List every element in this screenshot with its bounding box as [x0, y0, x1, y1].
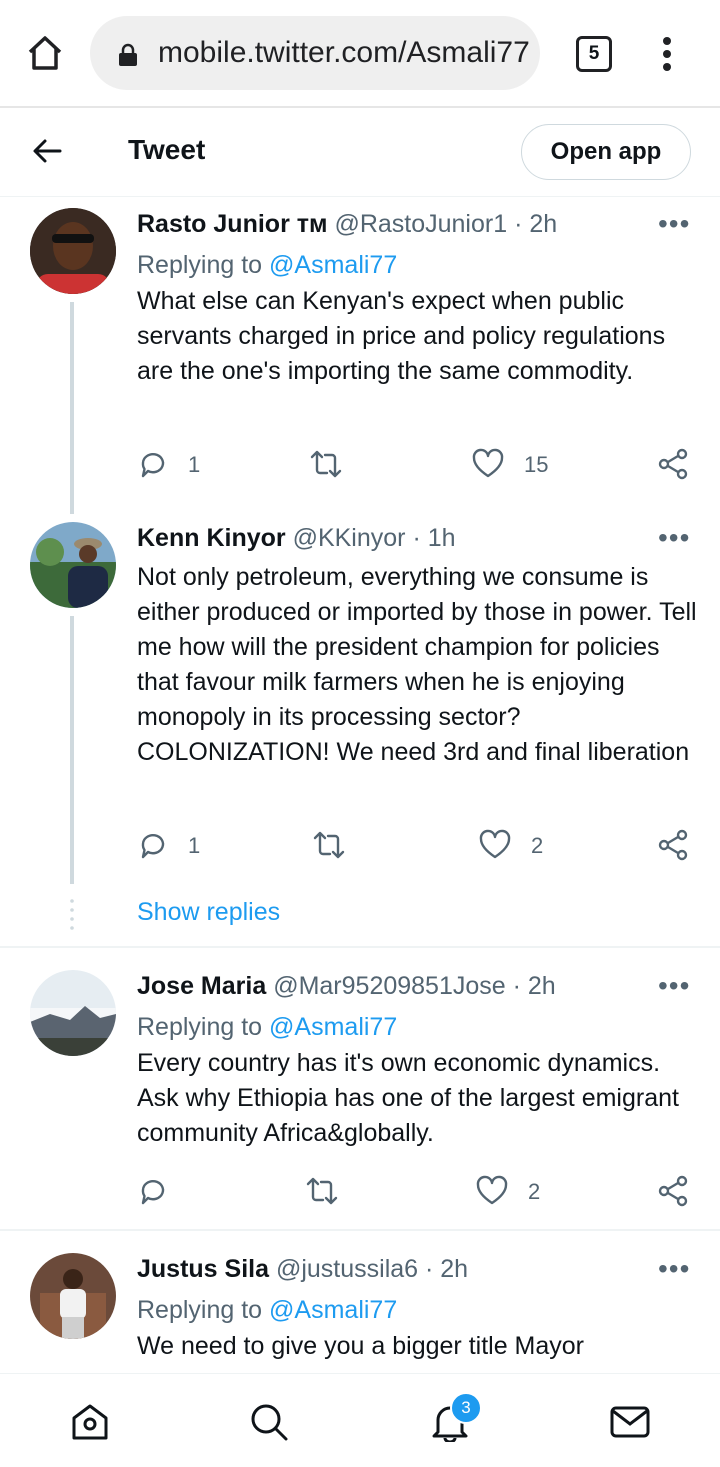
author-handle[interactable]: @Mar95209851Jose · 2h [273, 972, 556, 1000]
retweet-icon[interactable] [310, 448, 342, 480]
tweet-text: What else can Kenyan's expect when publi… [137, 287, 666, 385]
home-icon[interactable] [70, 1402, 110, 1442]
more-icon[interactable]: ••• [658, 522, 690, 554]
mention-link[interactable]: @Asmali77 [269, 251, 397, 279]
replying-to: Replying to @Asmali77 [137, 251, 397, 280]
thread-line [70, 616, 74, 884]
replying-to: Replying to @Asmali77 [137, 1296, 397, 1325]
author-name[interactable]: Kenn Kinyor [137, 524, 286, 552]
tweet-text: Every country has it's own economic dyna… [137, 1049, 679, 1147]
replying-to: Replying to @Asmali77 [137, 1013, 397, 1042]
like-icon[interactable] [476, 1175, 508, 1207]
more-icon[interactable]: ••• [658, 970, 690, 1002]
thread-dots [70, 899, 74, 930]
more-icon[interactable]: ••• [658, 1253, 690, 1285]
author-handle[interactable]: @RastoJunior1 · 2h [334, 210, 557, 238]
share-icon[interactable] [658, 1175, 690, 1207]
divider [0, 1229, 720, 1231]
tweet-text: We need to give you a bigger title Mayor [137, 1332, 585, 1360]
author-name[interactable]: Rasto Junior ᴛᴍ [137, 210, 327, 238]
search-icon[interactable] [249, 1402, 289, 1442]
avatar[interactable] [30, 522, 116, 608]
like-count: 2 [531, 833, 544, 858]
open-app-button[interactable]: Open app [521, 124, 691, 180]
divider [0, 946, 720, 948]
tweet-author[interactable]: Kenn Kinyor @KKinyor · 1h [137, 524, 456, 553]
like-count: 15 [524, 452, 549, 477]
tweet-author[interactable]: Justus Sila @justussila6 · 2h [137, 1255, 468, 1284]
avatar[interactable] [30, 970, 116, 1056]
browser-toolbar: mobile.twitter.com/Asmali77 5 [0, 0, 720, 108]
replying-prefix: Replying to [137, 251, 270, 279]
tweet-author[interactable]: Jose Maria @Mar95209851Jose · 2h [137, 972, 556, 1001]
menu-icon[interactable] [660, 36, 674, 72]
mail-icon[interactable] [610, 1402, 650, 1442]
replying-prefix: Replying to [137, 1013, 270, 1041]
avatar[interactable] [30, 208, 116, 294]
retweet-icon[interactable] [306, 1175, 338, 1207]
author-name[interactable]: Justus Sila [137, 1255, 269, 1283]
reply-count: 1 [188, 452, 201, 477]
notification-badge: 3 [450, 1392, 482, 1424]
mention-link[interactable]: @Asmali77 [269, 1013, 397, 1041]
more-icon[interactable]: ••• [658, 208, 690, 240]
home-icon[interactable] [26, 34, 64, 72]
author-handle[interactable]: @justussila6 · 2h [276, 1255, 468, 1283]
show-replies-link[interactable]: Show replies [137, 898, 280, 927]
tweet-text: Not only petroleum, everything we consum… [137, 563, 697, 766]
retweet-icon[interactable] [313, 829, 345, 861]
mention-link[interactable]: @Asmali77 [269, 1296, 397, 1324]
reply-icon[interactable] [137, 448, 169, 480]
author-handle[interactable]: @KKinyor · 1h [293, 524, 456, 552]
lock-icon [119, 43, 137, 66]
like-icon[interactable] [479, 829, 511, 861]
thread-line [70, 302, 74, 514]
address-bar[interactable]: mobile.twitter.com/Asmali77 [90, 16, 540, 90]
avatar[interactable] [30, 1253, 116, 1339]
share-icon[interactable] [658, 829, 690, 861]
reply-icon[interactable] [137, 1175, 169, 1207]
page-header: Tweet Open app [0, 108, 720, 197]
bottom-nav: 3 [0, 1373, 720, 1467]
url-text: mobile.twitter.com/Asmali77 [158, 36, 530, 69]
reply-icon[interactable] [137, 829, 169, 861]
tweet-author[interactable]: Rasto Junior ᴛᴍ @RastoJunior1 · 2h [137, 210, 557, 239]
like-icon[interactable] [472, 448, 504, 480]
author-name[interactable]: Jose Maria [137, 972, 266, 1000]
tabs-icon[interactable]: 5 [576, 36, 612, 72]
replying-prefix: Replying to [137, 1296, 270, 1324]
page-title: Tweet [128, 134, 206, 165]
reply-count: 1 [188, 833, 201, 858]
share-icon[interactable] [658, 448, 690, 480]
back-arrow-icon[interactable] [32, 138, 62, 164]
like-count: 2 [528, 1179, 541, 1204]
